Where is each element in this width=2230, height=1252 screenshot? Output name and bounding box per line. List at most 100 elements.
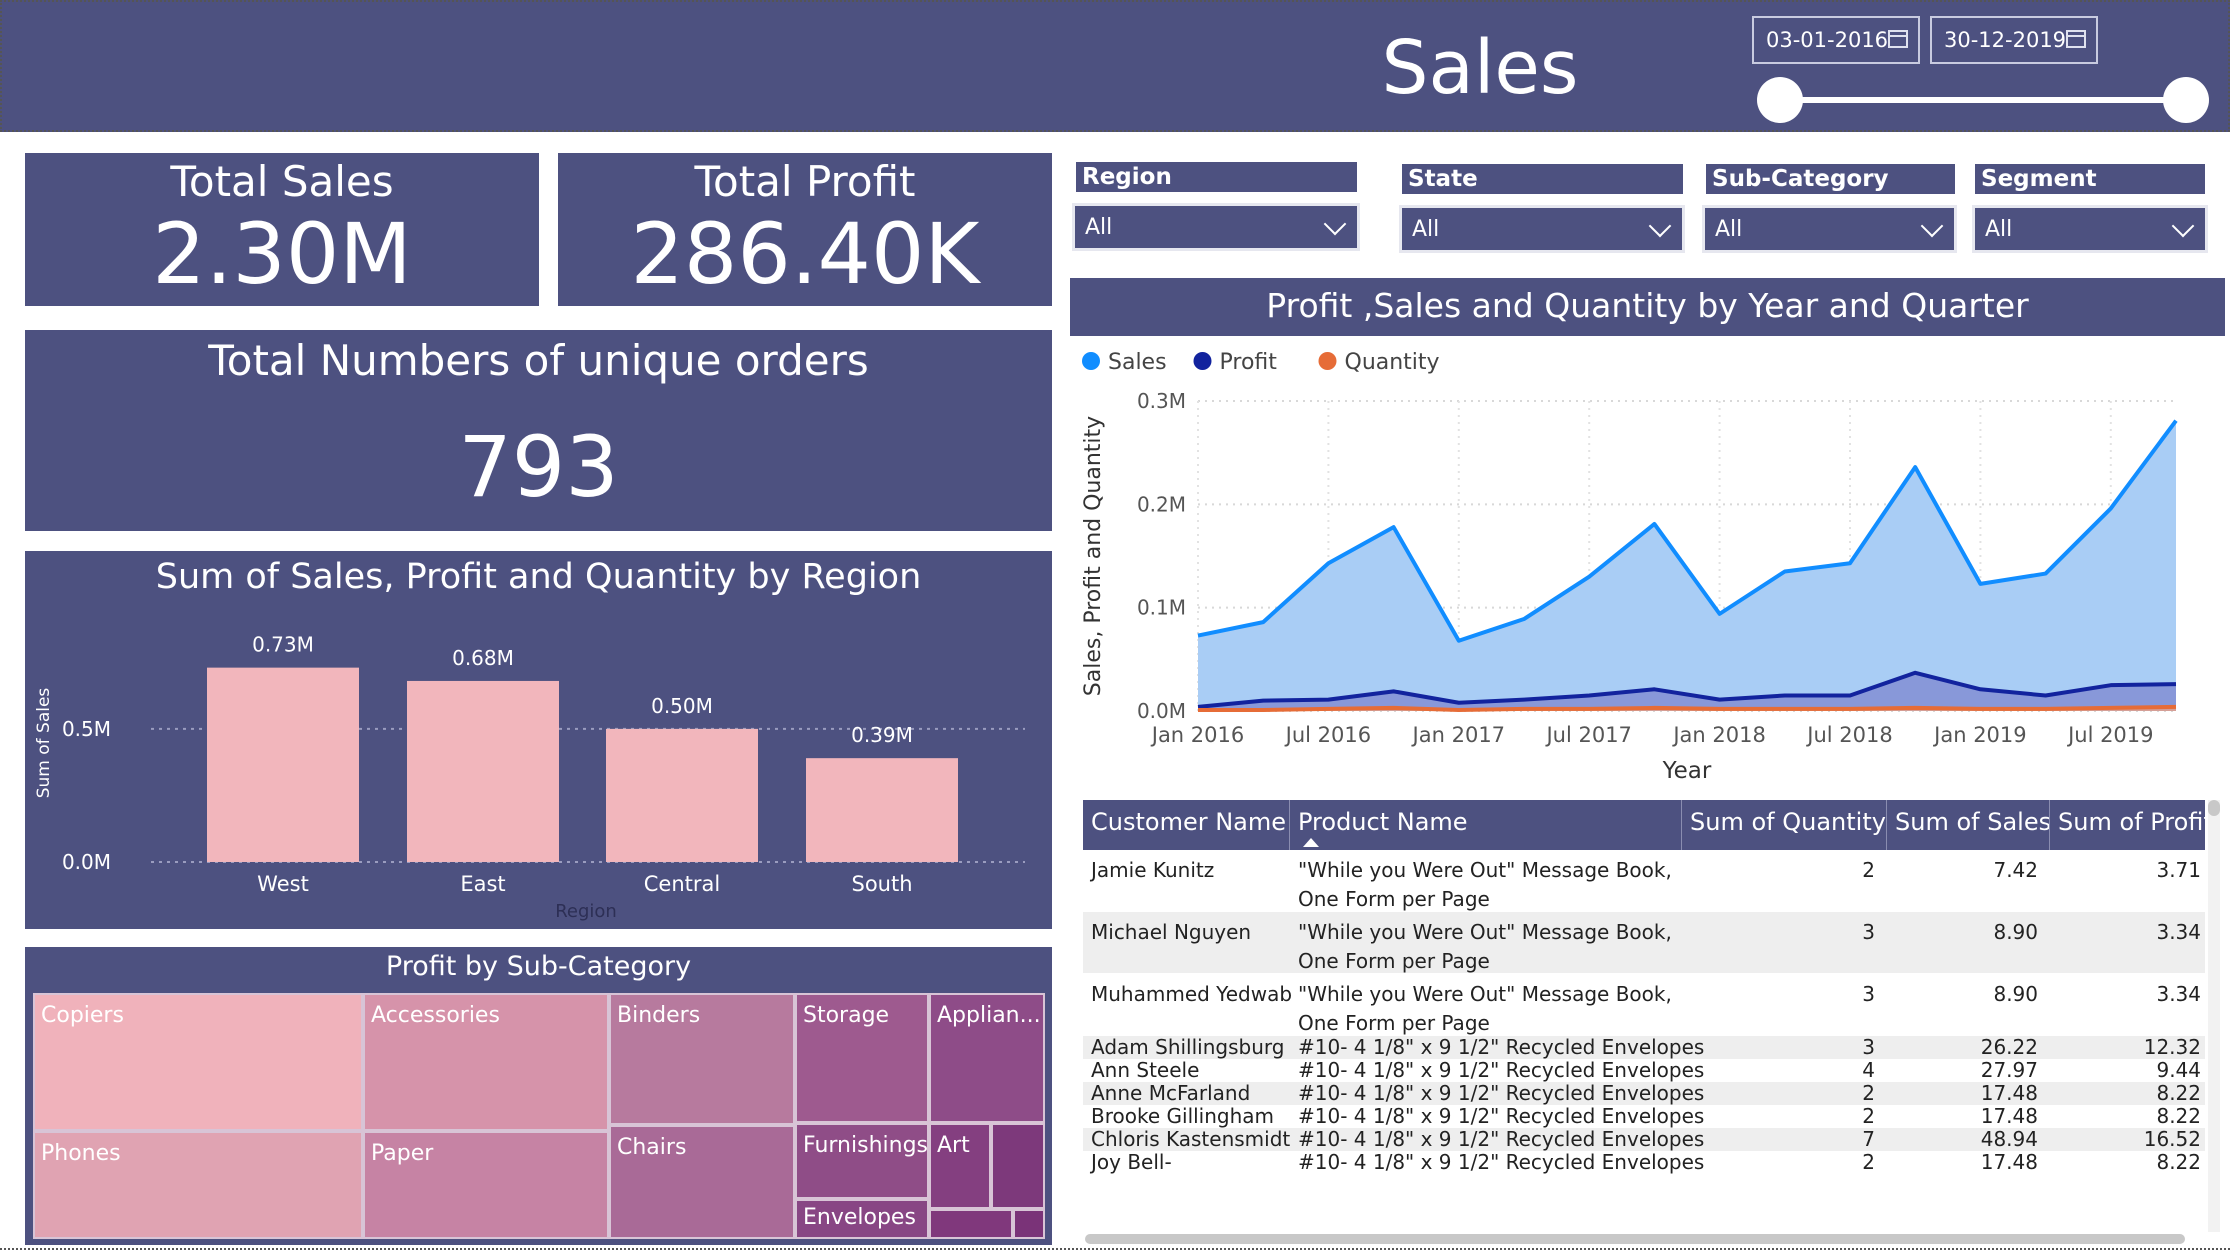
subcategory-slicer-label: Sub-Category [1706,164,1955,194]
y-axis-label: Sum of Sales [34,688,54,799]
x-tick-label: East [460,872,505,896]
table-cell-qty: 2 [1862,1150,1875,1174]
area-chart-svg: Sales Profit Quantity 0.0M 0.1M 0.2M 0.3M Jan 2… [1081,350,2178,784]
chevron-down-icon[interactable] [2171,214,2195,238]
column-header-quantity[interactable]: Sum of Quantity [1682,800,1887,850]
calendar-icon[interactable] [1888,30,1908,48]
area-chart-title: Profit ,Sales and Quantity by Year and Q… [1266,286,2029,325]
unique-orders-card: Total Numbers of unique orders 793 [25,330,1052,531]
table-cell-profit: 3.71 [2156,858,2201,882]
treemap-cell-appliances[interactable]: Applian... [929,993,1045,1123]
table-scrollbar-thumb[interactable] [2208,800,2220,816]
column-header-profit[interactable]: Sum of Profit [2050,800,2205,850]
sort-ascending-icon[interactable] [1303,838,1319,847]
x-tick-label: South [851,872,912,896]
treemap-cell-copiers[interactable]: Copiers [33,993,363,1131]
treemap-label: Binders [617,1003,701,1028]
treemap-label: Furnishings [803,1133,928,1158]
bar-data-label: 0.50M [651,694,713,718]
legend-label: Sales [1108,350,1167,375]
x-tick-label: West [257,872,309,896]
start-date-input[interactable]: 03-01-2016 [1752,16,1920,64]
treemap-cell-chairs[interactable]: Chairs [609,1125,795,1239]
table-row[interactable]: Michael Nguyen "While you Were Out" Messa… [1083,912,2205,973]
table-cell-qty: 3 [1862,920,1875,944]
region-slicer-label: Region [1076,162,1357,192]
treemap-label: Envelopes [803,1205,916,1230]
table-vertical-scrollbar[interactable] [2208,800,2220,1232]
y-tick-label: 0.0M [62,850,111,874]
chevron-down-icon[interactable] [1323,212,1347,236]
treemap-cell-storage[interactable]: Storage [795,993,929,1123]
table-cell-product: "While you Were Out" Message Book, One Fo… [1298,856,1678,914]
unique-orders-value: 793 [458,418,619,516]
x-tick-label: Jul 2018 [1805,723,1892,747]
bar-data-label: 0.73M [252,633,314,657]
state-slicer-dropdown[interactable]: All [1399,205,1685,253]
end-date-input[interactable]: 30-12-2019 [1930,16,2098,64]
segment-slicer-dropdown[interactable]: All [1972,205,2208,253]
table-cell-sales: 8.90 [1993,920,2038,944]
detail-table: Customer Name Product Name Sum of Quanti… [1083,800,2205,1232]
table-cell-sales: 7.42 [1993,858,2038,882]
subcategory-slicer-dropdown[interactable]: All [1702,205,1957,253]
column-header-sales[interactable]: Sum of Sales [1887,800,2050,850]
treemap-cell-phones[interactable]: Phones [33,1131,363,1239]
total-profit-label: Total Profit [694,157,916,206]
table-cell-profit: 3.34 [2156,982,2201,1006]
treemap-label: Art [937,1133,970,1158]
treemap-cell-envelopes[interactable]: Envelopes [795,1199,929,1239]
table-cell-customer: Michael Nguyen [1091,920,1252,944]
treemap-title: Profit by Sub-Category [385,951,692,982]
region-slicer-dropdown[interactable]: All [1072,203,1360,251]
table-row[interactable]: Jamie Kunitz "While you Were Out" Message… [1083,850,2205,911]
treemap-cell-art[interactable]: Art [929,1123,991,1209]
treemap-label: Storage [803,1003,890,1028]
x-axis-label: Region [555,901,617,922]
slider-end-handle[interactable] [2163,77,2209,123]
treemap-cell-binders[interactable]: Binders [609,993,795,1125]
product-name-line: "While you Were Out" Message Book, [1298,982,1672,1006]
table-cell-customer: Joy Bell- [1091,1150,1172,1174]
table-row[interactable]: Joy Bell- #10- 4 1/8" x 9 1/2" Recycled E… [1083,1148,2205,1177]
slider-start-handle[interactable] [1757,77,1803,123]
date-range-slider[interactable] [1780,97,2190,103]
column-header-customer[interactable]: Customer Name [1083,800,1290,850]
x-tick-label: Jan 2018 [1671,723,1766,747]
product-name-line: "While you Were Out" Message Book, [1298,920,1672,944]
bar-east [407,680,559,862]
table-row[interactable]: Muhammed Yedwab "While you Were Out" Mess… [1083,974,2205,1035]
treemap-cell-paper[interactable]: Paper [363,1131,609,1239]
table-cell-profit: 3.34 [2156,920,2201,944]
x-tick-label: Central [644,872,720,896]
legend-label: Profit [1220,350,1278,375]
chevron-down-icon[interactable] [1648,214,1672,238]
treemap-cell-accessories[interactable]: Accessories [363,993,609,1131]
product-name-line: "While you Were Out" Message Book, [1298,858,1672,882]
treemap-label: Accessories [371,1003,500,1028]
y-tick-label: 0.3M [1137,389,1186,413]
total-sales-card: Total Sales 2.30M [25,153,539,306]
y-tick-label: 0.1M [1137,596,1186,620]
legend-label: Quantity [1345,350,1440,375]
legend-marker [1082,352,1100,370]
start-date-value: 03-01-2016 [1766,28,1889,52]
column-header-product[interactable]: Product Name [1290,800,1682,850]
y-tick-label: 0.2M [1137,492,1186,516]
chevron-down-icon[interactable] [1920,214,1944,238]
state-slicer-label: State [1402,164,1683,194]
product-name-line: One Form per Page [1298,949,1490,973]
table-cell-profit: 8.22 [2156,1150,2201,1174]
table-horizontal-scrollbar[interactable] [1085,1234,2185,1244]
treemap-cell-small[interactable] [929,1209,1013,1239]
table-cell-product: #10- 4 1/8" x 9 1/2" Recycled Envelopes [1298,1148,1704,1177]
table-cell-customer: Muhammed Yedwab [1091,982,1293,1006]
bar-south [806,758,958,862]
y-tick-label: 0.5M [62,717,111,741]
table-cell-product: "While you Were Out" Message Book, One Fo… [1298,980,1678,1038]
calendar-icon[interactable] [2066,30,2086,48]
treemap-cell-small[interactable] [991,1123,1045,1209]
state-slicer-value: All [1412,217,1440,242]
treemap-cell-small[interactable] [1013,1209,1045,1239]
treemap-cell-furnishings[interactable]: Furnishings [795,1123,929,1199]
